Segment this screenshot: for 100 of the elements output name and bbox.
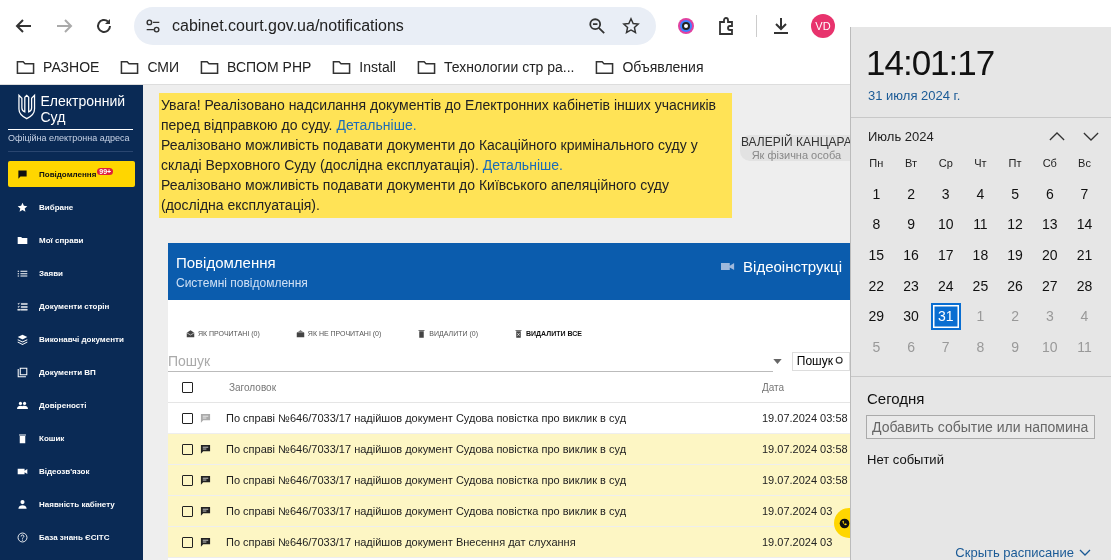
- puzzle-icon[interactable]: [716, 16, 736, 36]
- calendar-day[interactable]: 30: [896, 302, 927, 330]
- dropdown-caret-icon[interactable]: [772, 358, 782, 364]
- folder-icon: [16, 59, 35, 75]
- row-checkbox[interactable]: [182, 443, 193, 455]
- calendar-day[interactable]: 3: [930, 180, 961, 208]
- bookmark-folder[interactable]: СМИ: [120, 59, 180, 75]
- calendar-day[interactable]: 4: [965, 180, 996, 208]
- sidebar-item[interactable]: Документи сторін: [8, 293, 135, 319]
- notification-row[interactable]: По справі №646/7033/17 надійшов документ Судова повістка про виклик в суд 19.07.2024 03:58: [168, 434, 850, 465]
- select-all-checkbox[interactable]: [182, 381, 193, 393]
- person-icon: [17, 498, 28, 510]
- bookmark-folder[interactable]: Технологии стр ра...: [416, 59, 575, 75]
- calendar-day[interactable]: 20: [1034, 241, 1065, 269]
- search-icon: [835, 356, 845, 366]
- calendar-day[interactable]: 8: [861, 211, 892, 238]
- announcement-text: Увага! Реалізовано надсилання документів до Електронних кабінетів інших учасників перед відправкою до суду. Детальніше.: [161, 96, 718, 135]
- calendar-day[interactable]: 24: [930, 272, 961, 300]
- site-settings-icon[interactable]: [144, 17, 162, 35]
- sidebar-item[interactable]: Мої справи: [8, 227, 135, 253]
- search-button[interactable]: Пошук: [791, 351, 850, 371]
- bookmark-folder[interactable]: Install: [332, 59, 396, 75]
- notification-row[interactable]: По справі №646/7033/17 надійшов документ Внесення дат слухання 19.07.2024 03: [168, 527, 850, 558]
- folder-icon: [120, 59, 140, 75]
- url-text: cabinet.court.gov.ua/notifications: [172, 17, 405, 35]
- zoom-icon[interactable]: [588, 17, 606, 35]
- row-checkbox[interactable]: [182, 536, 193, 548]
- calendar-day[interactable]: 28: [1069, 272, 1100, 300]
- video-instructions-link[interactable]: Відеоінструкці: [743, 258, 842, 275]
- sidebar-item[interactable]: Документи ВП: [8, 359, 135, 385]
- folder-icon: [17, 234, 28, 246]
- profile-avatar[interactable]: VD: [811, 14, 835, 38]
- calendar-day[interactable]: 13: [1034, 211, 1065, 238]
- layers-icon: [17, 333, 28, 345]
- table-cell-text: 19.07.2024 03:58: [762, 474, 849, 486]
- calendar-day[interactable]: 10: [930, 211, 961, 238]
- address-bar[interactable]: cabinet.court.gov.ua/notifications: [134, 7, 656, 45]
- row-checkbox[interactable]: [182, 412, 193, 424]
- sidebar-item[interactable]: База знань ЄСІТС: [8, 524, 135, 550]
- search-field[interactable]: Пошук: [168, 350, 773, 372]
- notification-row[interactable]: По справі №646/7033/17 надійшов документ Судова повістка про виклик в суд 19.07.2024 03:58: [168, 465, 850, 496]
- calendar-day[interactable]: 18: [965, 241, 996, 269]
- sidebar-item[interactable]: Вибране: [8, 194, 135, 220]
- chevron-down-icon: [1079, 549, 1091, 556]
- column-header: Заголовок: [229, 381, 278, 393]
- video-camera-icon: [721, 261, 736, 272]
- row-checkbox[interactable]: [182, 505, 193, 517]
- chevron-down-icon[interactable]: [1083, 132, 1099, 141]
- calendar-day[interactable]: 15: [861, 241, 892, 269]
- chevron-up-icon[interactable]: [1049, 132, 1065, 141]
- extension-icon[interactable]: [676, 16, 696, 36]
- bookmark-folder[interactable]: РАЗНОЕ: [16, 59, 100, 75]
- calendar-day[interactable]: 19: [1000, 241, 1031, 269]
- details-link[interactable]: Детальніше.: [336, 117, 417, 133]
- weekday-label: Сб: [1042, 157, 1057, 170]
- calendar-day[interactable]: 16: [896, 241, 927, 269]
- sidebar-item[interactable]: Довіреності: [8, 392, 135, 418]
- message-icon: [17, 168, 28, 180]
- calendar-day[interactable]: 11: [965, 211, 996, 238]
- bookmark-folder[interactable]: Объявления: [595, 59, 704, 75]
- sidebar-item[interactable]: Виконавчі документи: [8, 326, 135, 352]
- sidebar-item[interactable]: Наявність кабінету: [8, 491, 135, 517]
- folder-icon: [332, 59, 352, 75]
- calendar-day[interactable]: 2: [896, 180, 927, 208]
- details-link[interactable]: Детальніше.: [482, 157, 563, 173]
- calendar-day[interactable]: 23: [896, 272, 927, 300]
- star-icon[interactable]: [622, 17, 640, 35]
- sidebar-item[interactable]: Кошик: [8, 425, 135, 451]
- calendar-day[interactable]: 21: [1069, 241, 1100, 269]
- row-checkbox[interactable]: [182, 474, 193, 486]
- calendar-day[interactable]: 29: [861, 302, 892, 330]
- calendar-day[interactable]: 26: [1000, 272, 1031, 300]
- sidebar-item[interactable]: Відеозв'язок: [8, 458, 135, 484]
- hide-schedule-link[interactable]: Скрыть расписание: [955, 545, 1091, 560]
- month-title[interactable]: Июль 2024: [868, 129, 1031, 144]
- checklist-icon: [17, 300, 28, 312]
- trash-x-icon: [514, 328, 524, 338]
- calendar-day[interactable]: 1: [861, 180, 892, 208]
- date-link[interactable]: 31 июля 2024 г.: [868, 88, 961, 103]
- reload-icon[interactable]: [94, 16, 114, 36]
- sidebar-item[interactable]: Заяви: [8, 260, 135, 286]
- panel-title: Повідомлення: [176, 253, 277, 271]
- calendar-day[interactable]: 17: [930, 241, 961, 269]
- user-role: Як фізична особа: [751, 149, 842, 161]
- calendar-day[interactable]: 25: [965, 272, 996, 300]
- calendar-day[interactable]: 31: [930, 302, 961, 330]
- notification-row[interactable]: По справі №646/7033/17 надійшов документ Судова повістка про виклик в суд 19.07.2024 03: [168, 496, 850, 527]
- event-input[interactable]: Добавить событие или напомина: [866, 415, 1095, 440]
- calendar-day[interactable]: 7: [1069, 180, 1100, 208]
- weekday-label: Пн: [869, 157, 884, 170]
- calendar-day[interactable]: 5: [1000, 180, 1031, 208]
- calendar-day[interactable]: 22: [861, 272, 892, 300]
- calendar-day[interactable]: 14: [1069, 211, 1100, 238]
- calendar-day[interactable]: 12: [1000, 211, 1031, 238]
- bookmark-folder[interactable]: ВСПОМ PHP: [200, 59, 312, 75]
- download-icon[interactable]: [771, 16, 791, 36]
- calendar-day[interactable]: 9: [896, 211, 927, 238]
- weekday-label: Чт: [974, 157, 987, 170]
- calendar-day[interactable]: 27: [1034, 272, 1065, 300]
- calendar-day[interactable]: 6: [1034, 180, 1065, 208]
